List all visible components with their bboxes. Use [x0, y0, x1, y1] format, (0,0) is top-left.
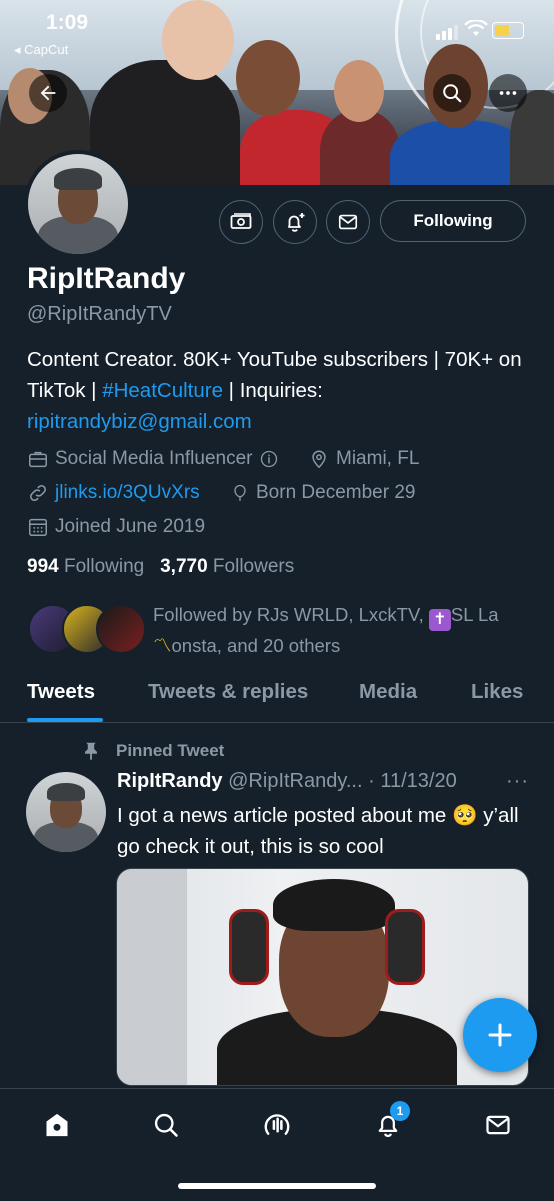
- part-alternation-mark: 〽: [153, 635, 172, 656]
- plus-icon: [488, 1023, 512, 1047]
- arrow-left-icon: [40, 85, 56, 101]
- nav-search[interactable]: [146, 1105, 186, 1145]
- joined-label: Joined June 2019: [55, 516, 206, 537]
- profile-name: RipItRandy: [27, 262, 186, 295]
- envelope-icon: [486, 1115, 510, 1135]
- pinned-tweet-label: Pinned Tweet: [80, 740, 224, 762]
- envelope-icon: [338, 214, 358, 230]
- location-label: Miami, FL: [336, 448, 420, 469]
- calendar-icon: [29, 518, 47, 536]
- following-label: Following: [63, 556, 145, 577]
- following-button[interactable]: Following: [380, 200, 526, 242]
- wifi-icon: [464, 20, 488, 36]
- bio-hashtag-link[interactable]: #HeatCulture: [102, 379, 223, 402]
- tweet-text: I got a news article posted about me 🥺 y…: [117, 804, 519, 858]
- tip-button[interactable]: [219, 200, 263, 244]
- compose-tweet-button[interactable]: [463, 998, 537, 1072]
- more-options-button[interactable]: [489, 74, 527, 112]
- bell-plus-icon: [288, 213, 305, 232]
- profile-avatar[interactable]: [24, 150, 132, 258]
- follow-stats: 994 Following 3,770 Followers: [27, 556, 294, 578]
- nav-home[interactable]: [37, 1105, 77, 1145]
- following-stat[interactable]: 994 Following: [27, 556, 144, 577]
- cross-emoji: ✝: [428, 609, 451, 631]
- profile-joined: Joined June 2019: [27, 516, 205, 538]
- home-indicator: [178, 1183, 376, 1189]
- profile-location: Miami, FL: [308, 448, 419, 470]
- birthday-label: Born December 29: [256, 482, 416, 503]
- tweet-more-button[interactable]: ···: [506, 770, 529, 793]
- status-bar: 1:09 ◂ CapCut: [0, 0, 554, 60]
- banner-person: [390, 120, 530, 185]
- bio-text: | Inquiries:: [222, 379, 323, 402]
- banner-face: [334, 60, 384, 122]
- search-icon: [443, 84, 462, 103]
- following-count: 994: [27, 556, 59, 577]
- tab-likes[interactable]: Likes: [471, 680, 523, 704]
- spaces-icon: [264, 1114, 290, 1135]
- bio-email-link[interactable]: ripitrandybiz@gmail.com: [27, 410, 252, 433]
- link-icon: [30, 485, 46, 501]
- tweet-author-name[interactable]: RipItRandy: [117, 770, 223, 792]
- back-to-app-link[interactable]: ◂ CapCut: [14, 42, 68, 58]
- follower-avatar: [96, 604, 146, 654]
- followers-count: 3,770: [160, 556, 208, 577]
- more-icon: [499, 91, 517, 95]
- profile-category: Social Media Influencer: [27, 448, 285, 470]
- pin-icon: [85, 742, 97, 761]
- nav-messages[interactable]: [478, 1105, 518, 1145]
- category-label: Social Media Influencer: [55, 448, 253, 469]
- info-icon[interactable]: [259, 449, 279, 469]
- followers-label: Followers: [212, 556, 295, 577]
- notification-badge: 1: [390, 1101, 410, 1121]
- followed-by-text[interactable]: Followed by RJs WRLD, LxckTV, ✝ SL La 〽ons…: [153, 600, 533, 660]
- search-icon: [154, 1113, 178, 1137]
- profile-tabs: Tweets Tweets & replies Media Likes: [0, 664, 554, 723]
- followers-stat[interactable]: 3,770 Followers: [160, 556, 294, 577]
- notify-button[interactable]: [273, 200, 317, 244]
- nav-notifications[interactable]: 1: [368, 1101, 410, 1145]
- balloon-icon: [234, 484, 246, 501]
- battery-icon: [492, 22, 524, 39]
- active-tab-indicator: [27, 718, 103, 722]
- followed-by-avatars[interactable]: [28, 604, 146, 654]
- tab-tweets[interactable]: Tweets: [27, 680, 95, 704]
- back-button[interactable]: [29, 74, 67, 112]
- status-icons: [436, 18, 536, 42]
- website-link[interactable]: jlinks.io/3QUvXrs: [55, 482, 200, 504]
- status-time: 1:09: [46, 11, 89, 34]
- briefcase-icon: [29, 451, 47, 468]
- nav-spaces[interactable]: [257, 1105, 297, 1145]
- profile-website: jlinks.io/3QUvXrs: [27, 482, 200, 504]
- message-button[interactable]: [326, 200, 370, 244]
- money-icon: [230, 213, 252, 229]
- tweet-handle-date: @RipItRandy... · 11/13/20: [228, 770, 457, 792]
- search-button[interactable]: [433, 74, 471, 112]
- profile-bio: Content Creator. 80K+ YouTube subscriber…: [27, 344, 527, 437]
- tweet-header: RipItRandy @RipItRandy... · 11/13/20: [117, 770, 457, 793]
- tweet-author-avatar[interactable]: [26, 772, 106, 852]
- profile-handle: @RipItRandyTV: [27, 303, 172, 325]
- location-pin-icon: [312, 450, 326, 469]
- tab-tweets-and-replies[interactable]: Tweets & replies: [148, 680, 308, 704]
- tab-media[interactable]: Media: [359, 680, 417, 704]
- profile-birthday: Born December 29: [230, 482, 415, 504]
- home-icon: [46, 1113, 68, 1137]
